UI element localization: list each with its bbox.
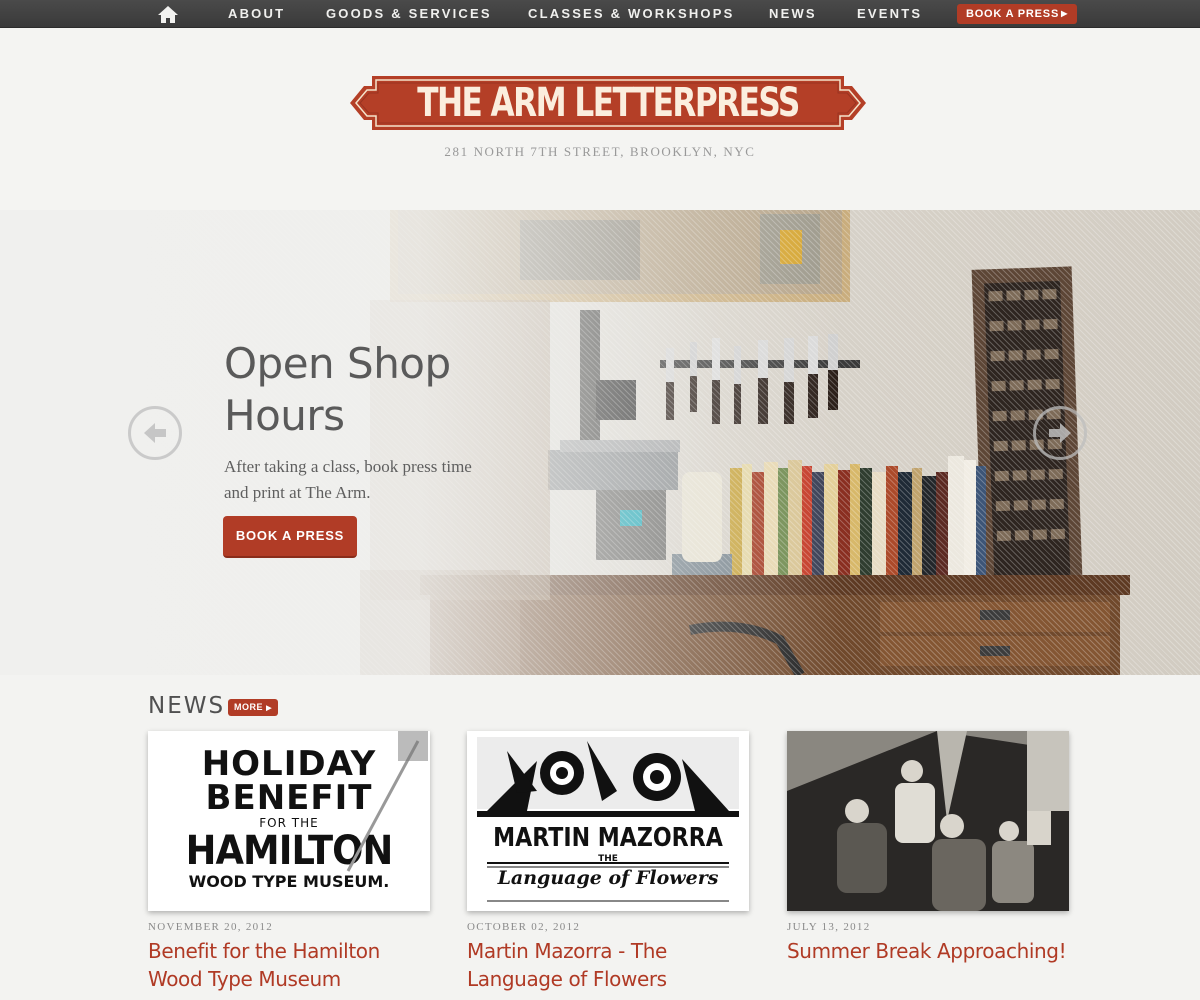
news-headline-link[interactable]: Summer Break Approaching! (787, 937, 1069, 965)
nav-goods-services[interactable]: Goods & Services (326, 0, 492, 28)
top-navigation: About Goods & Services Classes & Worksho… (0, 0, 1200, 28)
book-a-press-nav-button[interactable]: BOOK A PRESS ▶ (957, 4, 1077, 24)
hero-description: After taking a class, book press time an… (224, 457, 472, 502)
news-heading: NEWS (148, 693, 226, 719)
hero-title: Open Shop Hours (224, 339, 451, 440)
arrow-right-icon (1049, 423, 1071, 443)
vintage-photo-illustration (787, 731, 1069, 911)
news-headline-link[interactable]: Benefit for the Hamilton Wood Type Museu… (148, 937, 430, 993)
nav-events[interactable]: Events (857, 0, 922, 28)
news-card-image[interactable] (787, 731, 1069, 911)
home-icon[interactable] (156, 4, 180, 24)
news-date: NOVEMBER 20, 2012 (148, 921, 274, 933)
hero-slider: Open Shop Hours After taking a class, bo… (0, 210, 1200, 675)
poster-line: MARTIN MAZORRA (493, 823, 723, 853)
slider-next-button[interactable] (1033, 406, 1087, 460)
nav-news[interactable]: News (769, 0, 817, 28)
news-headline-link[interactable]: Martin Mazorra - The Language of Flowers (467, 937, 749, 993)
logo-text: THE ARM LETTERPRESS (417, 80, 800, 126)
triangle-right-icon: ▶ (266, 705, 272, 712)
pencil-illustration (346, 731, 428, 872)
arrow-left-icon (144, 423, 166, 443)
news-date: JULY 13, 2012 (787, 921, 871, 933)
book-a-press-nav-label: BOOK A PRESS (965, 8, 1060, 20)
news-card-image[interactable]: HOLIDAY BENEFIT FOR THE HAMILTON WOOD TY… (148, 731, 430, 911)
news-more-label: MORE (234, 702, 264, 712)
news-card: HOLIDAY BENEFIT FOR THE HAMILTON WOOD TY… (148, 731, 430, 993)
book-a-press-hero-button[interactable]: BOOK A PRESS (223, 516, 357, 558)
site-logo[interactable]: THE ARM LETTERPRESS (350, 72, 866, 134)
news-card: MARTIN MAZORRA THE Language of Flowers O… (467, 731, 749, 993)
site-header: THE ARM LETTERPRESS 281 North 7th Street… (0, 28, 1200, 210)
poster-line: THE (598, 854, 618, 864)
news-card-image[interactable]: MARTIN MAZORRA THE Language of Flowers (467, 731, 749, 911)
news-more-button[interactable]: MORE ▶ (228, 699, 278, 716)
shop-address: 281 North 7th Street, Brooklyn, NYC (444, 144, 756, 159)
triangle-right-icon: ▶ (1061, 9, 1069, 18)
slider-prev-button[interactable] (128, 406, 182, 460)
news-date: OCTOBER 02, 2012 (467, 921, 581, 933)
news-card: JULY 13, 2012 Summer Break Approaching! (787, 731, 1069, 965)
poster-line: Language of Flowers (497, 867, 719, 889)
nav-classes-workshops[interactable]: Classes & Workshops (528, 0, 734, 28)
nav-about[interactable]: About (228, 0, 285, 28)
